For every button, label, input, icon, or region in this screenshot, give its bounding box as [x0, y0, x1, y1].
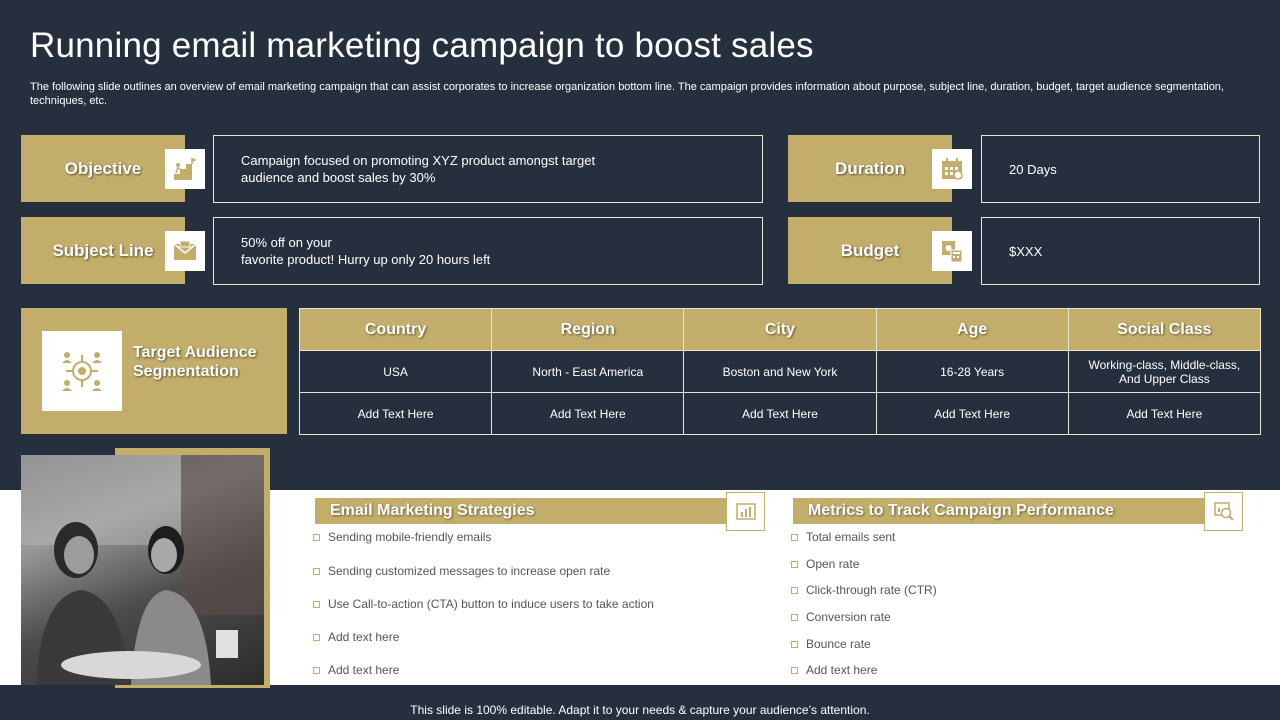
- envelope-icon: [165, 231, 205, 271]
- table-cell: Add Text Here: [491, 392, 685, 435]
- team-photo: [21, 455, 264, 685]
- bullet-icon: [791, 533, 798, 541]
- bullet-icon: [313, 533, 320, 541]
- list-item: Sending mobile-friendly emails: [313, 530, 491, 544]
- list-item-text: Add text here: [328, 663, 400, 677]
- audience-target-icon: [42, 331, 122, 411]
- footer-note: This slide is 100% editable. Adapt it to…: [410, 703, 870, 717]
- column-header: Region: [491, 308, 685, 351]
- list-item: Add text here: [313, 663, 399, 677]
- list-item-text: Conversion rate: [806, 610, 891, 624]
- money-calculator-icon: [932, 231, 972, 271]
- duration-text-box: 20 Days: [981, 135, 1260, 203]
- subject-line-text-2: favorite product! Hurry up only 20 hours…: [241, 252, 491, 267]
- metrics-heading: Metrics to Track Campaign Performance: [793, 498, 1223, 524]
- subject-line-text-1: 50% off on your: [241, 235, 332, 250]
- duration-label-box: Duration: [788, 135, 952, 202]
- list-item: Add text here: [313, 630, 399, 644]
- list-item: Add text here: [791, 663, 877, 677]
- table-cell: Boston and New York: [683, 350, 877, 393]
- bullet-icon: [313, 567, 320, 575]
- page-subtitle: The following slide outlines an overview…: [30, 81, 1224, 107]
- objective-label: Objective: [64, 158, 142, 178]
- objective-label-box: Objective: [21, 135, 185, 202]
- list-item-text: Bounce rate: [806, 637, 871, 651]
- column-header: Age: [875, 308, 1069, 351]
- table-row: Add Text Here Add Text Here Add Text Her…: [298, 392, 1262, 435]
- goal-climb-icon: [165, 149, 205, 189]
- email-chart-icon: [726, 492, 765, 531]
- bullet-icon: [313, 633, 320, 641]
- budget-label-box: Budget: [788, 217, 952, 284]
- list-item-text: Add text here: [806, 663, 878, 677]
- column-header: Social Class: [1067, 308, 1262, 351]
- table-row: USA North - East America Boston and New …: [298, 350, 1262, 393]
- subject-line-label: Subject Line: [52, 240, 154, 260]
- list-item: Total emails sent: [791, 530, 895, 544]
- objective-text: Campaign focused on promoting XYZ produc…: [241, 153, 596, 185]
- bullet-icon: [791, 560, 798, 568]
- list-item-text: Use Call-to-action (CTA) button to induc…: [328, 597, 654, 611]
- objective-text-box: Campaign focused on promoting XYZ produc…: [213, 135, 763, 203]
- table-cell: Working-class, Middle-class, And Upper C…: [1067, 350, 1262, 393]
- list-item: Open rate: [791, 557, 859, 571]
- duration-label: Duration: [835, 158, 905, 178]
- table-cell: Add Text Here: [875, 392, 1069, 435]
- table-cell: 16-28 Years: [875, 350, 1069, 393]
- table-header-row: Country Region City Age Social Class: [298, 308, 1262, 351]
- target-audience-label: Target Audience Segmentation: [133, 344, 257, 380]
- list-item-text: Open rate: [806, 557, 860, 571]
- list-item-text: Click-through rate (CTR): [806, 583, 937, 597]
- subject-line-text-box: 50% off on your favorite product! Hurry …: [213, 217, 763, 285]
- segmentation-table: Country Region City Age Social Class USA…: [298, 308, 1262, 435]
- list-item-text: Total emails sent: [806, 530, 896, 544]
- table-cell: USA: [298, 350, 493, 393]
- list-item-text: Sending mobile-friendly emails: [328, 530, 492, 544]
- list-item: Conversion rate: [791, 610, 891, 624]
- budget-text: $XXX: [1009, 243, 1043, 259]
- column-header: Country: [298, 308, 493, 351]
- list-item: Click-through rate (CTR): [791, 583, 937, 597]
- bullet-icon: [791, 666, 798, 674]
- table-cell: North - East America: [491, 350, 685, 393]
- budget-text-box: $XXX: [981, 217, 1260, 285]
- strategies-heading: Email Marketing Strategies: [315, 498, 745, 524]
- bullet-icon: [313, 666, 320, 674]
- bullet-icon: [791, 613, 798, 621]
- list-item-text: Add text here: [328, 630, 400, 644]
- page-title: Running email marketing campaign to boos…: [30, 26, 814, 65]
- list-item: Sending customized messages to increase …: [313, 564, 610, 578]
- bullet-icon: [313, 600, 320, 608]
- analytics-magnifier-icon: [1204, 492, 1243, 531]
- subject-line-label-box: Subject Line: [21, 217, 185, 284]
- bullet-icon: [791, 586, 798, 594]
- list-item: Use Call-to-action (CTA) button to induc…: [313, 597, 654, 611]
- budget-label: Budget: [840, 240, 900, 260]
- table-cell: Add Text Here: [1067, 392, 1262, 435]
- table-cell: Add Text Here: [298, 392, 493, 435]
- calendar-icon: [932, 149, 972, 189]
- bullet-icon: [791, 640, 798, 648]
- list-item-text: Sending customized messages to increase …: [328, 564, 611, 578]
- duration-text: 20 Days: [1009, 161, 1057, 177]
- list-item: Bounce rate: [791, 637, 871, 651]
- table-cell: Add Text Here: [683, 392, 877, 435]
- target-audience-box: Target Audience Segmentation: [21, 308, 287, 434]
- column-header: City: [683, 308, 877, 351]
